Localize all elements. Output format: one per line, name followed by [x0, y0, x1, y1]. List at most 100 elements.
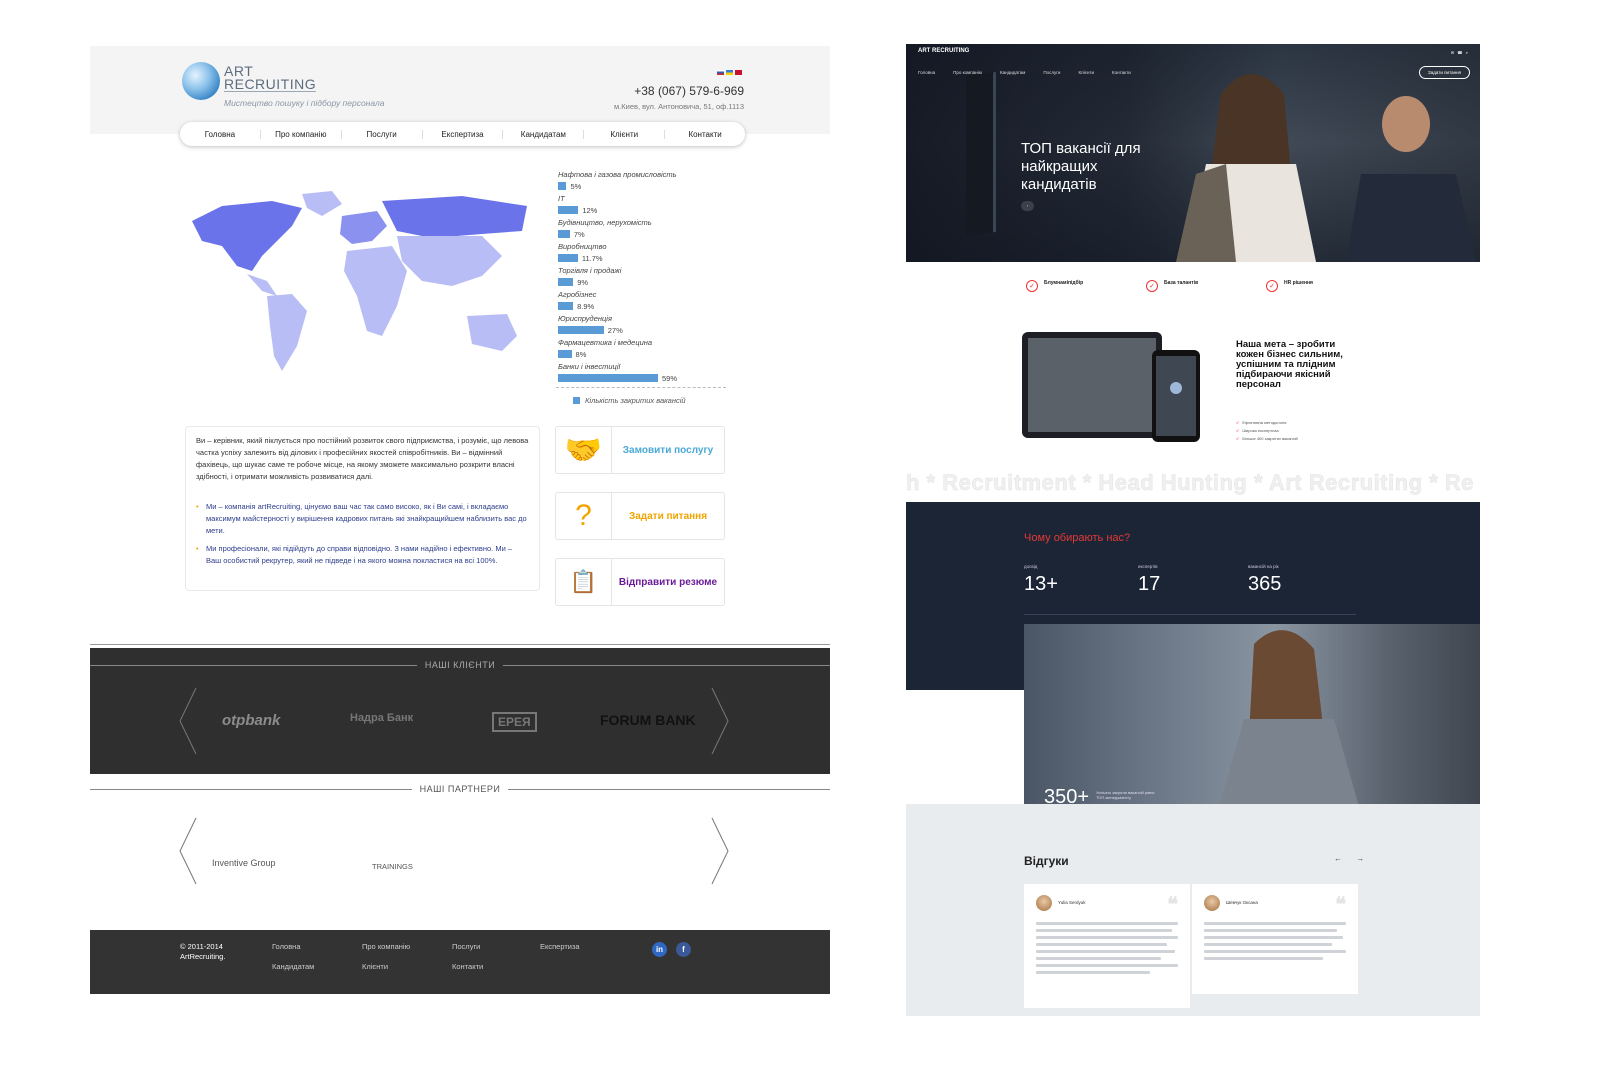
nav-item-contacts[interactable]: Контакти	[665, 130, 745, 139]
send-resume-label: Відправити резюме	[618, 576, 718, 588]
nav-item-about[interactable]: Про компанію	[261, 129, 342, 139]
footer-link-candidates[interactable]: Кандидатам	[272, 962, 314, 971]
flag-en-icon[interactable]	[735, 70, 742, 75]
check-icon: ✓	[1236, 420, 1240, 425]
clients-prev-arrow-icon[interactable]	[178, 686, 198, 756]
client-logo-ereya[interactable]: ЕРЕЯ	[492, 712, 537, 732]
main-nav: Головна Про компанію Послуги Експертиза …	[180, 122, 745, 146]
bar-item: Будівництво, нерухомість 7%	[558, 218, 738, 242]
new-nav-item-candidates[interactable]: Кандидатам	[1000, 70, 1025, 75]
order-service-button[interactable]: 🤝 Замовити послугу	[555, 426, 725, 474]
bar-item: IT 12%	[558, 194, 738, 218]
copyright-line2: ArtRecruiting.	[180, 952, 226, 961]
nav-item-services[interactable]: Послуги	[342, 129, 423, 139]
chart-axis	[556, 387, 726, 388]
map-asia	[397, 236, 502, 286]
reviewer-name: Yulia Serdyuk	[1058, 900, 1086, 906]
goal-check-text: Ефективна методологія	[1242, 420, 1287, 425]
bar-item: Нафтова і газова промисловість 5%	[558, 170, 738, 194]
why-us-title: Чому обирають нас?	[1024, 532, 1131, 544]
nav-item-home[interactable]: Головна	[180, 129, 261, 139]
client-logo-forum-bank[interactable]: FORUM BANK	[600, 712, 696, 728]
bar-category-label: Будівництво, нерухомість	[558, 218, 652, 227]
clients-next-arrow-icon[interactable]	[710, 686, 730, 756]
clients-title: НАШІ КЛІЄНТИ	[90, 660, 830, 670]
bar-value-label: 8.9%	[577, 301, 595, 311]
handshake-icon: 🤝	[556, 427, 612, 473]
hero-title: ТОП вакансії для найкращих кандидатів	[1021, 140, 1141, 193]
phone-number: +38 (067) 579-6-969	[634, 84, 744, 98]
order-service-label: Замовити послугу	[622, 444, 714, 456]
partners-title-text: НАШІ ПАРТНЕРИ	[419, 784, 501, 794]
footer-link-expertise[interactable]: Експертиза	[540, 942, 580, 951]
check-circle-icon: ✓	[1146, 280, 1158, 292]
hero-cta-button[interactable]: ›	[1021, 201, 1035, 211]
footer-link-clients[interactable]: Клієнти	[362, 962, 388, 971]
bar-item: Виробництво 11.7%	[558, 242, 738, 266]
hero-man-image	[1346, 96, 1476, 262]
hero-banner: ART RECRUITING ✉ ☎ ⌕ Головна Про компані…	[906, 44, 1480, 262]
bar-row: 11.7%	[558, 252, 738, 264]
partner-logo-trainings[interactable]: TRAININGS	[372, 862, 413, 871]
bar	[558, 206, 579, 214]
goal-check-2: ✓ Широка експертиза	[1236, 428, 1279, 433]
goal-check-text: Більше 400 закритих вакансій	[1242, 436, 1298, 441]
bar-category-label: Банки і інвестиції	[558, 362, 621, 371]
review-text-lines	[1036, 922, 1178, 974]
intro-bullet: Ми професіонали, які підійдуть до справи…	[196, 543, 529, 567]
flag-ru-icon[interactable]	[717, 70, 724, 75]
clients-title-text: НАШІ КЛІЄНТИ	[424, 660, 496, 670]
globe-logo-icon[interactable]	[182, 62, 220, 100]
map-south-america	[267, 294, 307, 371]
client-logo-otpbank[interactable]: otpbank	[222, 712, 280, 729]
partner-logo-inventive-group[interactable]: Inventive Group	[212, 858, 276, 868]
new-nav-item-clients[interactable]: Клієнти	[1078, 70, 1094, 75]
new-logo[interactable]: ART RECRUITING	[918, 48, 969, 54]
ask-question-button[interactable]: ? Задати питання	[555, 492, 725, 540]
new-nav-item-home[interactable]: Головна	[918, 70, 935, 75]
partners-next-arrow-icon[interactable]	[710, 816, 730, 886]
stat-experts: експертів 17	[1138, 564, 1160, 596]
client-logo-nadra[interactable]: Надра Банк	[350, 712, 413, 724]
footer-link-contacts[interactable]: Контакти	[452, 962, 483, 971]
intro-text: Ви – керівник, який піклується про пості…	[196, 436, 529, 481]
nav-item-clients[interactable]: Клієнти	[584, 129, 666, 139]
logo-text-line2[interactable]: RECRUITING	[224, 77, 317, 92]
facebook-icon[interactable]: f	[676, 942, 691, 957]
world-map	[192, 191, 527, 371]
devices-mockup-image	[1022, 332, 1200, 442]
new-nav-item-about[interactable]: Про компанію	[953, 70, 982, 75]
intro-bullet: Ми – компанія artRecruiting, цінуємо ваш…	[196, 501, 529, 537]
send-resume-button[interactable]: 📋 Відправити резюме	[555, 558, 725, 606]
nav-item-candidates[interactable]: Кандидатам	[503, 129, 585, 139]
stat-label: вакансій на рік	[1248, 564, 1279, 569]
footer-link-about[interactable]: Про компанію	[362, 942, 410, 951]
hero-monitor-shape	[966, 71, 996, 237]
partners-prev-arrow-icon[interactable]	[178, 816, 198, 886]
language-flags[interactable]	[717, 70, 742, 75]
nav-item-expertise[interactable]: Експертиза	[423, 129, 504, 139]
new-nav-item-contacts[interactable]: Контакти	[1112, 70, 1131, 75]
reviewer-name: Шевчук Оксана	[1226, 900, 1258, 906]
reviews-arrows[interactable]: ← →	[1334, 854, 1370, 863]
avatar	[1036, 894, 1052, 911]
footer-link-services[interactable]: Послуги	[452, 942, 480, 951]
flag-ua-icon[interactable]	[726, 70, 733, 75]
bar-value-label: 11.7%	[581, 253, 603, 263]
bar-category-label: Виробництво	[558, 242, 607, 251]
new-nav-item-services[interactable]: Послуги	[1043, 70, 1060, 75]
hero-woman-image	[1176, 74, 1316, 262]
feature-2: ✓ База талантів	[1146, 280, 1224, 292]
linkedin-icon[interactable]: in	[652, 942, 667, 957]
chart-legend: Кількість закритих вакансій	[573, 396, 686, 405]
old-footer: © 2011-2014 ArtRecruiting. Головна Про ко…	[90, 930, 830, 994]
stat-value: 17	[1138, 573, 1161, 595]
footer-link-home[interactable]: Головна	[272, 942, 301, 951]
bar-row: 5%	[558, 180, 738, 192]
stat-value: 365	[1248, 573, 1282, 595]
check-circle-icon: ✓	[1026, 280, 1038, 292]
stat-label: експертів	[1138, 564, 1158, 569]
feature-title: HR рішення	[1284, 280, 1313, 286]
ask-question-hero-button[interactable]: Задати питання	[1419, 66, 1470, 79]
bar	[558, 278, 574, 286]
